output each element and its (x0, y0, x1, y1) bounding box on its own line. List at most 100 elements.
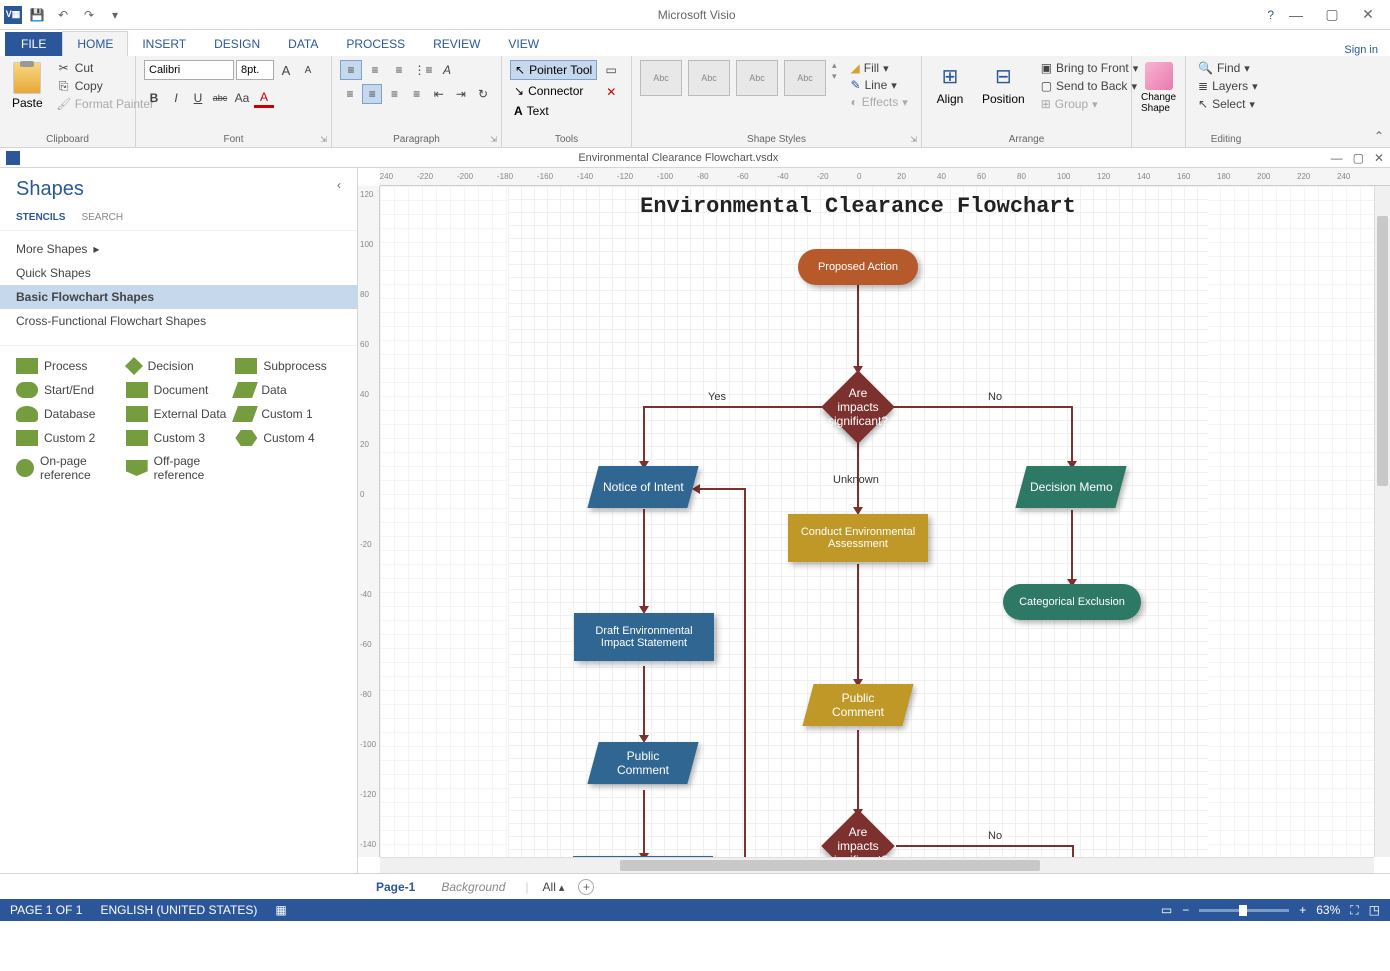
connector[interactable] (857, 564, 859, 682)
shape-custom1[interactable]: Custom 1 (235, 406, 341, 422)
node-notice-intent[interactable]: Notice of Intent (587, 466, 698, 508)
inc-indent[interactable]: ⇥ (451, 84, 471, 104)
shape-database[interactable]: Database (16, 406, 122, 422)
scrollbar-vertical[interactable] (1374, 186, 1390, 857)
close-button[interactable]: ✕ (1354, 5, 1382, 25)
scroll-thumb[interactable] (620, 860, 1040, 871)
page-all[interactable]: All ▴ (543, 880, 565, 894)
align-top[interactable]: ≡ (340, 60, 362, 80)
tab-data[interactable]: DATA (274, 32, 332, 56)
quick-shapes-link[interactable]: Quick Shapes (16, 261, 341, 285)
stencils-tab[interactable]: STENCILS (16, 209, 65, 226)
underline-button[interactable]: U (188, 88, 208, 108)
connector[interactable] (698, 488, 744, 490)
bullets[interactable]: ⋮≡ (412, 60, 434, 80)
align-left[interactable]: ≡ (340, 84, 360, 104)
shapes-collapse[interactable]: ‹ (337, 178, 341, 192)
connector[interactable] (643, 509, 645, 609)
connector[interactable] (1071, 406, 1073, 464)
connector[interactable] (896, 845, 1074, 847)
help-icon[interactable]: ? (1267, 8, 1274, 22)
zoom-in[interactable]: + (1299, 903, 1306, 917)
node-public-comment-1[interactable]: Public Comment (587, 742, 698, 784)
strike-button[interactable]: abc (210, 88, 230, 108)
drawing-page[interactable]: Environmental Clearance Flowchart Yes No… (508, 186, 1208, 857)
font-color-button[interactable]: A (254, 88, 274, 108)
line-button[interactable]: ✎Line ▾ (847, 77, 912, 93)
layers-button[interactable]: ≣Layers ▾ (1194, 78, 1258, 94)
send-back-button[interactable]: ▢Send to Back ▾ (1037, 78, 1143, 94)
font-size-select[interactable] (236, 60, 274, 80)
tab-home[interactable]: HOME (62, 31, 128, 56)
shape-document[interactable]: Document (126, 382, 232, 398)
pointer-tool[interactable]: ↖Pointer Tool (510, 60, 597, 80)
qat-save[interactable]: 💾 (26, 4, 48, 26)
rectangle-tool[interactable]: ▭ (601, 60, 621, 80)
node-decision-memo[interactable]: Decision Memo (1015, 466, 1126, 508)
connector[interactable] (643, 406, 823, 408)
connector[interactable] (643, 790, 645, 856)
clear-format[interactable]: A (436, 60, 458, 80)
node-categorical-exclusion[interactable]: Categorical Exclusion (1003, 584, 1141, 620)
presentation-mode-icon[interactable]: ▭ (1161, 903, 1172, 917)
paste-button[interactable]: Paste (8, 60, 47, 145)
text-direction[interactable]: ↻ (473, 84, 493, 104)
shape-extdata[interactable]: External Data (126, 406, 232, 422)
doc-minimize[interactable]: — (1331, 151, 1343, 165)
signin-link[interactable]: Sign in (1344, 44, 1390, 56)
shape-offpage[interactable]: Off-page reference (126, 454, 232, 482)
maximize-button[interactable]: ▢ (1318, 5, 1346, 25)
align-justify[interactable]: ≡ (407, 84, 427, 104)
text-tool[interactable]: AText (510, 102, 597, 120)
tab-view[interactable]: VIEW (494, 32, 553, 56)
tab-file[interactable]: FILE (5, 32, 62, 56)
connector-tool[interactable]: ↘Connector (510, 82, 597, 100)
grow-font[interactable]: A (276, 60, 296, 80)
node-sig2[interactable]: Are impacts significant? (821, 809, 895, 857)
tab-design[interactable]: DESIGN (200, 32, 274, 56)
scroll-thumb[interactable] (1377, 216, 1388, 486)
add-page-button[interactable]: + (578, 879, 594, 895)
shape-onpage[interactable]: On-page reference (16, 454, 122, 482)
status-language[interactable]: ENGLISH (UNITED STATES) (100, 903, 257, 917)
shape-data[interactable]: Data (235, 382, 341, 398)
qat-customize[interactable]: ▾ (104, 4, 126, 26)
shape-custom2[interactable]: Custom 2 (16, 430, 122, 446)
case-button[interactable]: Aa (232, 88, 252, 108)
shape-custom3[interactable]: Custom 3 (126, 430, 232, 446)
zoom-out[interactable]: − (1182, 903, 1189, 917)
align-center[interactable]: ≡ (362, 84, 382, 104)
italic-button[interactable]: I (166, 88, 186, 108)
connector[interactable] (893, 406, 1073, 408)
group-button[interactable]: ⊞Group ▾ (1037, 96, 1143, 112)
shapestyles-launcher[interactable]: ⇲ (910, 135, 917, 144)
ribbon-collapse[interactable]: ⌃ (1374, 129, 1384, 143)
bring-front-button[interactable]: ▣Bring to Front ▾ (1037, 60, 1143, 76)
bold-button[interactable]: B (144, 88, 164, 108)
scrollbar-horizontal[interactable] (380, 857, 1374, 873)
fill-button[interactable]: ◢Fill ▾ (847, 60, 912, 76)
more-shapes-link[interactable]: More Shapes▸ (16, 237, 341, 261)
delete-tool[interactable]: ✕ (601, 82, 621, 102)
node-public-comment-2[interactable]: Public Comment (802, 684, 913, 726)
search-tab[interactable]: SEARCH (81, 209, 123, 226)
style-preview-4[interactable]: Abc (784, 60, 826, 96)
fit-page-icon[interactable]: ⛶ (1350, 903, 1358, 918)
basic-flowchart-link[interactable]: Basic Flowchart Shapes (0, 285, 357, 309)
tab-insert[interactable]: INSERT (128, 32, 200, 56)
align-middle[interactable]: ≡ (364, 60, 386, 80)
node-proposed-action[interactable]: Proposed Action (798, 249, 918, 285)
dec-indent[interactable]: ⇤ (429, 84, 449, 104)
connector[interactable] (1072, 845, 1074, 857)
doc-close[interactable]: ✕ (1374, 151, 1384, 165)
connector[interactable] (1071, 510, 1073, 582)
connector[interactable] (643, 666, 645, 738)
shape-decision[interactable]: Decision (126, 358, 232, 374)
change-shape-button[interactable]: Change Shape (1140, 60, 1177, 116)
connector[interactable] (857, 730, 859, 812)
position-button[interactable]: ⊟Position (976, 60, 1031, 145)
node-draft-eis[interactable]: Draft Environmental Impact Statement (574, 613, 714, 661)
page-tab-background[interactable]: Background (435, 877, 511, 897)
status-page[interactable]: PAGE 1 OF 1 (10, 903, 82, 917)
connector[interactable] (744, 488, 746, 857)
